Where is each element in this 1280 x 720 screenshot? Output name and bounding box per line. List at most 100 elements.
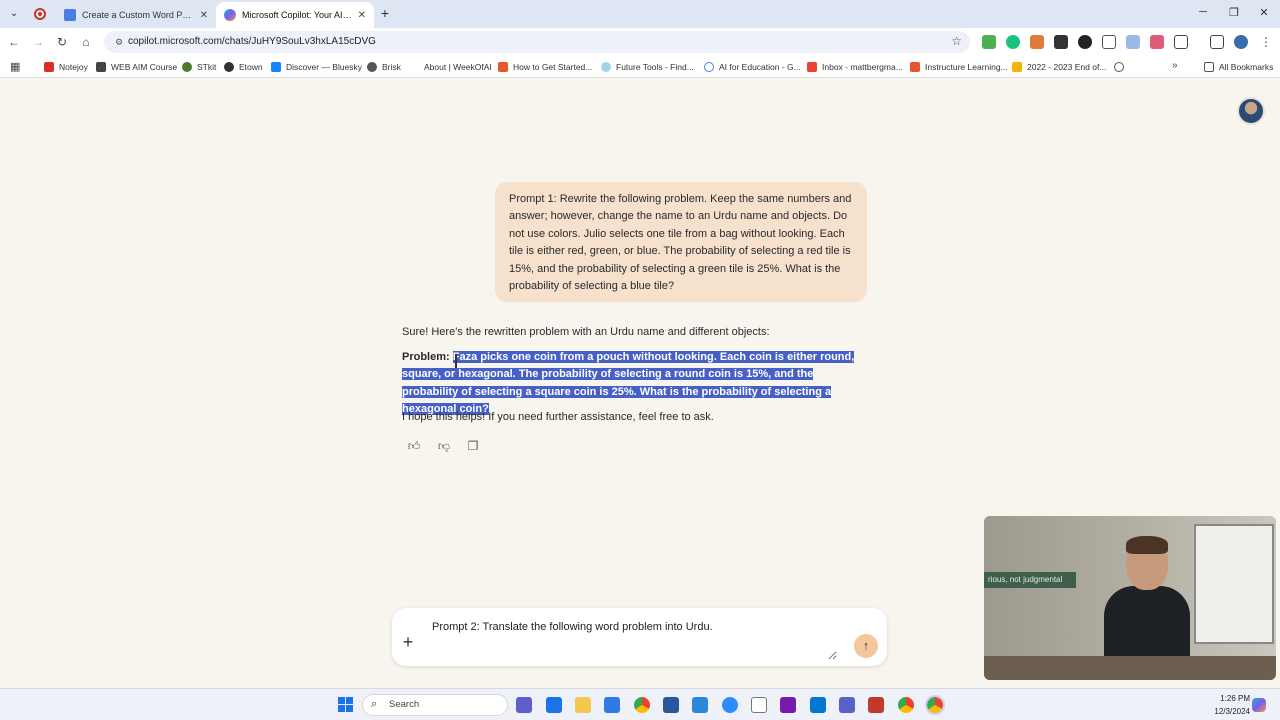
outlook-icon[interactable] — [810, 697, 826, 713]
bookmark-icon — [44, 62, 54, 72]
extension-icon[interactable] — [1078, 35, 1092, 49]
thumbs-up-icon[interactable]: 👍︎ — [406, 438, 422, 454]
bookmark-item[interactable]: Future Tools - Find... — [601, 56, 694, 78]
docs-icon — [64, 9, 76, 21]
tab-copilot[interactable]: Microsoft Copilot: Your AI companion ✕ — [216, 2, 374, 28]
address-url[interactable]: copilot.microsoft.com/chats/JuHY9SouLv3h… — [128, 31, 376, 53]
forward-icon[interactable]: → — [30, 34, 46, 50]
bookmark-icon — [910, 62, 920, 72]
bookmark-item[interactable]: WEB AIM Course — [96, 56, 177, 78]
zoom-icon[interactable] — [722, 697, 738, 713]
site-info-icon[interactable]: ⚙ — [112, 35, 126, 49]
extension-icon[interactable] — [982, 35, 996, 49]
send-button[interactable]: ↑ — [854, 634, 878, 658]
new-tab-button[interactable]: + — [378, 5, 392, 21]
problem-label: Problem: — [402, 351, 450, 363]
tab-strip: ⌄ Create a Custom Word Problem ✕ Microso… — [0, 0, 1280, 28]
app-icon[interactable] — [546, 697, 562, 713]
message-composer: + ↑ — [392, 608, 887, 666]
reading-list-icon[interactable] — [1210, 35, 1224, 49]
bookmark-item[interactable]: Notejoy — [44, 56, 88, 78]
taskbar-clock[interactable]: 1:26 PM 12/3/2024 — [1186, 692, 1250, 718]
bookmark-item[interactable]: Brisk — [367, 56, 401, 78]
message-input[interactable] — [432, 614, 837, 660]
copy-icon[interactable]: ❐ — [465, 438, 481, 454]
assistant-reply-outro: I hope this helps! If you need further a… — [402, 411, 714, 423]
extension-icon[interactable] — [1150, 35, 1164, 49]
user-avatar[interactable] — [1237, 97, 1265, 125]
webcam-overlay: rious, not judgmental — [984, 516, 1276, 680]
tab-title: Create a Custom Word Problem — [82, 10, 194, 20]
presenter-hair — [1126, 536, 1168, 554]
clock-time: 1:26 PM — [1220, 694, 1250, 703]
address-bar[interactable]: ⚙ copilot.microsoft.com/chats/JuHY9SouLv… — [104, 31, 970, 53]
desk — [984, 656, 1276, 680]
bookmark-item[interactable]: 2022 - 2023 End of... — [1012, 56, 1106, 78]
teams-icon[interactable] — [839, 697, 855, 713]
bookmark-item[interactable]: Instructure Learning... — [910, 56, 1008, 78]
bookmark-item[interactable] — [1114, 56, 1129, 78]
all-bookmarks[interactable]: All Bookmarks — [1204, 56, 1273, 78]
tab-word-problem[interactable]: Create a Custom Word Problem ✕ — [56, 2, 216, 28]
recording-icon[interactable] — [34, 8, 46, 20]
reload-icon[interactable]: ↻ — [54, 34, 70, 50]
restore-icon[interactable]: ❐ — [1227, 6, 1241, 19]
gmail-icon — [807, 62, 817, 72]
bookmark-icon — [96, 62, 106, 72]
extension-icon[interactable] — [1126, 35, 1140, 49]
bookmark-item[interactable]: STkit — [182, 56, 216, 78]
minimize-icon[interactable]: ─ — [1196, 6, 1210, 18]
back-icon[interactable]: ← — [6, 34, 22, 50]
app-icon[interactable] — [868, 697, 884, 713]
more-menu-icon[interactable]: ⋮ — [1258, 34, 1274, 50]
home-icon[interactable]: ⌂ — [78, 34, 94, 50]
bookmark-item[interactable]: AI for Education - G... — [704, 56, 801, 78]
browser-toolbar: ← → ↻ ⌂ ⚙ copilot.microsoft.com/chats/Ju… — [0, 28, 1280, 56]
problem-text-selected[interactable]: Faza picks one coin from a pouch without… — [402, 351, 855, 416]
bookmark-item[interactable]: Inbox - mattbergma... — [807, 56, 903, 78]
teams-icon[interactable] — [516, 697, 532, 713]
tab-title: Microsoft Copilot: Your AI companion — [242, 10, 352, 20]
bookmark-star-icon[interactable]: ☆ — [951, 34, 962, 48]
bookmark-item[interactable]: How to Get Started... — [498, 56, 592, 78]
wall-sign: rious, not judgmental — [984, 572, 1076, 588]
profile-icon[interactable] — [1234, 35, 1248, 49]
apps-grid-icon[interactable]: ▦ — [10, 60, 24, 74]
tab-search-menu-icon[interactable]: ⌄ — [6, 6, 22, 22]
word-icon[interactable] — [663, 697, 679, 713]
extension-icon[interactable] — [1030, 35, 1044, 49]
chrome-icon[interactable] — [898, 697, 914, 713]
window-close-icon[interactable]: ✕ — [1257, 6, 1271, 19]
app-icon[interactable] — [692, 697, 708, 713]
taskbar-search[interactable]: ⌕ Search — [362, 694, 508, 716]
bookmark-item[interactable]: Etown — [224, 56, 263, 78]
bookmark-icon — [601, 62, 611, 72]
thumbs-down-icon[interactable]: 👎︎ — [436, 438, 452, 454]
assistant-reply-intro: Sure! Here's the rewritten problem with … — [402, 326, 770, 338]
user-prompt-bubble: Prompt 1: Rewrite the following problem.… — [495, 182, 867, 302]
bookmark-item[interactable]: About | WeekOfAI — [424, 56, 492, 78]
search-label: Search — [389, 699, 420, 710]
bookmark-item[interactable]: Discover — Bluesky — [271, 56, 362, 78]
bookmark-icon — [367, 62, 377, 72]
bluesky-icon — [271, 62, 281, 72]
chrome-icon[interactable] — [925, 695, 945, 715]
extension-icon[interactable] — [1006, 35, 1020, 49]
copilot-icon[interactable] — [1252, 698, 1266, 712]
extension-icon[interactable] — [1054, 35, 1068, 49]
extension-icon[interactable] — [1102, 35, 1116, 49]
close-icon[interactable]: ✕ — [200, 10, 208, 21]
puzzle-extensions-icon[interactable] — [1174, 35, 1188, 49]
more-bookmarks-icon[interactable]: » — [1172, 60, 1178, 71]
bookmarks-bar: ▦ Notejoy WEB AIM Course STkit Etown Dis… — [0, 56, 1280, 78]
file-explorer-icon[interactable] — [575, 697, 591, 713]
onenote-icon[interactable] — [780, 697, 796, 713]
notepad-icon[interactable] — [751, 697, 767, 713]
chrome-icon[interactable] — [634, 697, 650, 713]
windows-taskbar: ⌕ Search 1:26 PM 12/3/2024 — [0, 688, 1280, 720]
close-icon[interactable]: ✕ — [358, 10, 366, 21]
app-icon[interactable] — [604, 697, 620, 713]
clock-date: 12/3/2024 — [1214, 707, 1250, 716]
start-windows-icon[interactable] — [338, 697, 354, 713]
add-attachment-button[interactable]: + — [400, 633, 416, 651]
